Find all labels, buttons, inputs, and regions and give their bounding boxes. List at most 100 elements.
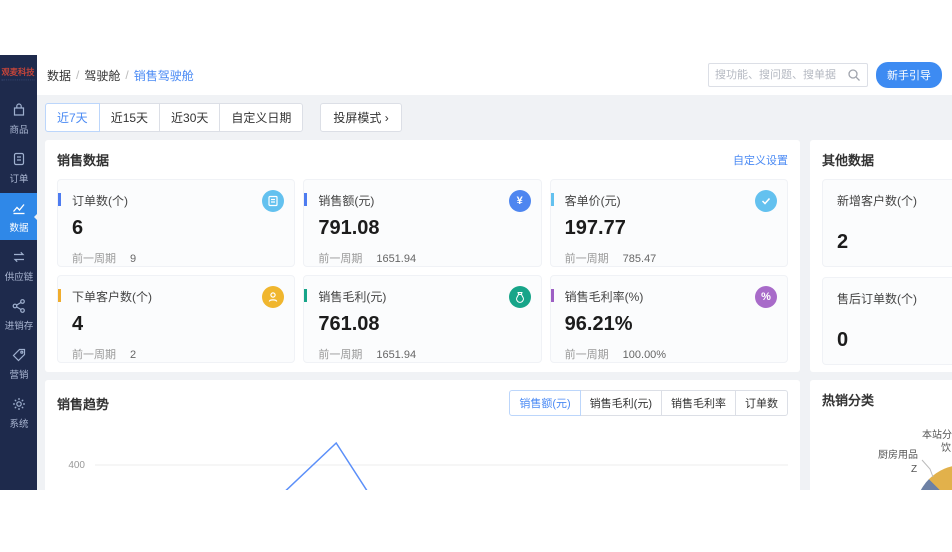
panel-title: 销售趋势 — [57, 396, 110, 412]
breadcrumb-separator: / — [125, 68, 129, 82]
metric-card-gross-profit: 销售毛利(元) 761.08 前一周期 1651.94 — [303, 275, 542, 363]
system-gear-icon — [11, 396, 27, 412]
app-window: 观麦科技 商品 订单 数据 供应链 进销存 营销 系统 数据 / 驾驶舱 / 销… — [0, 55, 952, 490]
moneybag-icon — [508, 286, 531, 308]
pie-label: Z — [911, 464, 917, 475]
pie-label: 本站分类 — [922, 428, 952, 441]
marketing-tag-icon — [11, 347, 27, 363]
company-logo: 观麦科技 — [1, 66, 36, 81]
sidebar-item-data[interactable]: 数据 — [0, 193, 38, 240]
breadcrumb-separator: / — [76, 68, 80, 82]
metric-card-aftersale-orders: 售后订单数(个) 0 — [822, 277, 952, 365]
tab-last-30-days[interactable]: 近30天 — [159, 103, 221, 132]
sidebar-item-inventory[interactable]: 进销存 — [0, 291, 37, 338]
prev-period-value: 785.47 — [622, 253, 657, 265]
breadcrumb-current: 销售驾驶舱 — [133, 68, 194, 83]
prev-period-label: 前一周期 — [72, 253, 116, 265]
search-input[interactable] — [715, 69, 847, 81]
inventory-icon — [11, 298, 27, 314]
prev-period-label: 前一周期 — [318, 349, 363, 361]
trend-btn-sales-amount[interactable]: 销售额(元) — [509, 390, 581, 416]
date-filter-row: 近7天 近15天 近30天 自定义日期 投屏模式 › — [45, 103, 944, 132]
main-area: 数据 / 驾驶舱 / 销售驾驶舱 新手引导 近7天 近15天 近30天 自定义日… — [37, 55, 952, 490]
sidebar: 观麦科技 商品 订单 数据 供应链 进销存 营销 系统 — [0, 55, 38, 490]
metric-card-ordering-customers: 下单客户数(个) 4 前一周期 2 — [57, 275, 296, 363]
accent-bar — [58, 193, 61, 206]
trend-line-chart[interactable]: 400 300 — [57, 422, 788, 490]
pie-label: 饮 — [941, 441, 951, 454]
global-search[interactable] — [708, 63, 868, 87]
metric-value: 761.08 — [318, 313, 380, 335]
tab-custom-date[interactable]: 自定义日期 — [219, 103, 304, 132]
hot-categories-pie-chart[interactable] — [915, 465, 952, 490]
metric-value: 0 — [837, 329, 849, 351]
trend-series-line — [285, 441, 368, 490]
metric-title: 下单客户数(个) — [72, 290, 152, 304]
metric-card-order-count: 订单数(个) 6 前一周期 9 — [57, 179, 296, 267]
sidebar-item-label: 营销 — [9, 370, 28, 381]
prev-period-value: 9 — [130, 253, 137, 265]
topbar: 数据 / 驾驶舱 / 销售驾驶舱 新手引导 — [37, 55, 952, 95]
search-icon[interactable] — [847, 68, 861, 82]
prev-period-value: 1651.94 — [376, 253, 417, 265]
metric-card-new-customers: 新增客户数(个) 2 — [822, 179, 952, 267]
metric-title: 客单价(元) — [564, 194, 621, 208]
metric-card-gross-margin: 销售毛利率(%) % 96.21% 前一周期 100.00% — [549, 275, 788, 363]
hot-categories-panel: 热销分类 本站分类 饮 厨房用品 Z — [810, 380, 952, 490]
metric-card-avg-order-value: 客单价(元) 197.77 前一周期 785.47 — [549, 179, 788, 267]
y-tick-400: 400 — [68, 460, 85, 471]
check-icon — [754, 190, 777, 212]
metric-value: 4 — [72, 313, 84, 335]
breadcrumb-item[interactable]: 驾驶舱 — [84, 67, 120, 84]
trend-series-toggle: 销售额(元) 销售毛利(元) 销售毛利率 订单数 — [509, 390, 788, 416]
other-data-panel: 其他数据 新增客户数(个) 2 售后订单数(个) 0 — [810, 140, 952, 372]
guide-button[interactable]: 新手引导 — [876, 62, 942, 88]
metric-title: 新增客户数(个) — [837, 194, 917, 208]
metric-title: 销售毛利(元) — [318, 290, 387, 304]
sidebar-item-label: 数据 — [9, 223, 28, 234]
accent-bar — [58, 289, 61, 302]
supply-chain-icon — [11, 249, 27, 265]
tab-last-15-days[interactable]: 近15天 — [98, 103, 161, 132]
sales-data-panel: 销售数据 自定义设置 订单数(个) 6 前一周期 9 销售额(元) ¥ 791.… — [45, 140, 800, 372]
prev-period-value: 1651.94 — [376, 349, 417, 361]
metric-title: 订单数(个) — [72, 194, 128, 208]
trend-btn-gross-margin[interactable]: 销售毛利率 — [661, 390, 736, 416]
accent-bar — [550, 193, 554, 206]
metric-card-sales-amount: 销售额(元) ¥ 791.08 前一周期 1651.94 — [303, 179, 542, 267]
tab-last-7-days[interactable]: 近7天 — [45, 103, 100, 132]
metric-title: 售后订单数(个) — [837, 292, 917, 306]
panel-title: 热销分类 — [822, 393, 875, 408]
breadcrumb-item[interactable]: 数据 — [47, 67, 71, 84]
prev-period-label: 前一周期 — [318, 253, 363, 265]
metric-title: 销售毛利率(%) — [564, 290, 644, 304]
sidebar-item-goods[interactable]: 商品 — [0, 95, 37, 142]
trend-btn-order-count[interactable]: 订单数 — [735, 390, 788, 416]
order-file-icon — [11, 151, 27, 167]
sidebar-item-marketing[interactable]: 营销 — [0, 340, 37, 387]
sidebar-item-system[interactable]: 系统 — [0, 389, 37, 436]
panel-title: 其他数据 — [822, 153, 875, 168]
trend-btn-gross-profit[interactable]: 销售毛利(元) — [579, 390, 662, 416]
metric-value: 791.08 — [318, 217, 380, 239]
metric-value: 2 — [837, 231, 849, 253]
sidebar-item-label: 进销存 — [4, 321, 33, 332]
sidebar-item-label: 订单 — [9, 174, 28, 185]
metric-value: 96.21% — [564, 313, 633, 335]
accent-bar — [304, 289, 308, 302]
sidebar-item-orders[interactable]: 订单 — [0, 144, 37, 191]
accent-bar — [550, 289, 554, 302]
dashboard-content: 近7天 近15天 近30天 自定义日期 投屏模式 › 销售数据 自定义设置 订单… — [37, 95, 952, 490]
chart-line-icon — [11, 200, 27, 216]
sales-trend-panel: 销售趋势 销售额(元) 销售毛利(元) 销售毛利率 订单数 400 300 — [45, 380, 800, 490]
sidebar-item-label: 系统 — [9, 419, 28, 430]
prev-period-value: 100.00% — [622, 349, 667, 361]
bag-icon — [11, 102, 27, 118]
sidebar-item-label: 供应链 — [4, 272, 33, 283]
panel-title: 销售数据 — [57, 153, 110, 168]
custom-settings-link[interactable]: 自定义设置 — [733, 152, 788, 168]
sidebar-item-supply-chain[interactable]: 供应链 — [0, 242, 37, 289]
cast-mode-button[interactable]: 投屏模式 › — [320, 103, 402, 132]
breadcrumb: 数据 / 驾驶舱 / 销售驾驶舱 — [47, 67, 194, 84]
prev-period-value: 2 — [130, 349, 137, 361]
